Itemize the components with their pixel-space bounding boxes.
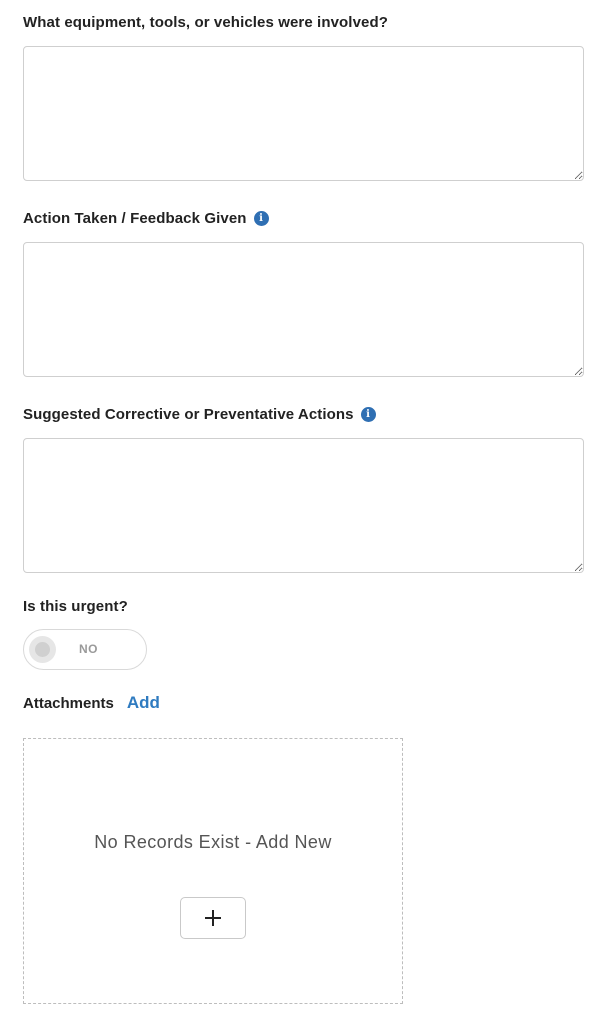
action-taken-field-label: Action Taken / Feedback Given i [23, 210, 269, 227]
info-icon[interactable]: i [253, 211, 269, 226]
equipment-field-label: What equipment, tools, or vehicles were … [23, 14, 388, 31]
add-new-button[interactable] [180, 897, 246, 939]
toggle-state-text: NO [79, 642, 98, 656]
corrective-actions-field-label: Suggested Corrective or Preventative Act… [23, 406, 376, 423]
plus-icon [205, 910, 221, 926]
corrective-actions-label-text: Suggested Corrective or Preventative Act… [23, 406, 354, 423]
action-taken-label-text: Action Taken / Feedback Given [23, 210, 247, 227]
info-icon[interactable]: i [360, 407, 376, 422]
action-taken-textarea[interactable] [23, 242, 584, 377]
add-attachment-link[interactable]: Add [127, 693, 160, 713]
attachments-label: Attachments [23, 695, 114, 712]
equipment-label-text: What equipment, tools, or vehicles were … [23, 14, 388, 31]
empty-state-text: No Records Exist - Add New [94, 832, 332, 852]
equipment-textarea[interactable] [23, 46, 584, 181]
urgent-toggle[interactable]: NO [23, 629, 147, 670]
urgent-label: Is this urgent? [23, 598, 128, 615]
corrective-actions-textarea[interactable] [23, 438, 584, 573]
toggle-knob [29, 636, 56, 663]
attachments-header: Attachments Add [23, 693, 160, 713]
urgent-label-text: Is this urgent? [23, 598, 128, 615]
attachments-drop-zone: No Records Exist - Add New [23, 738, 403, 1004]
